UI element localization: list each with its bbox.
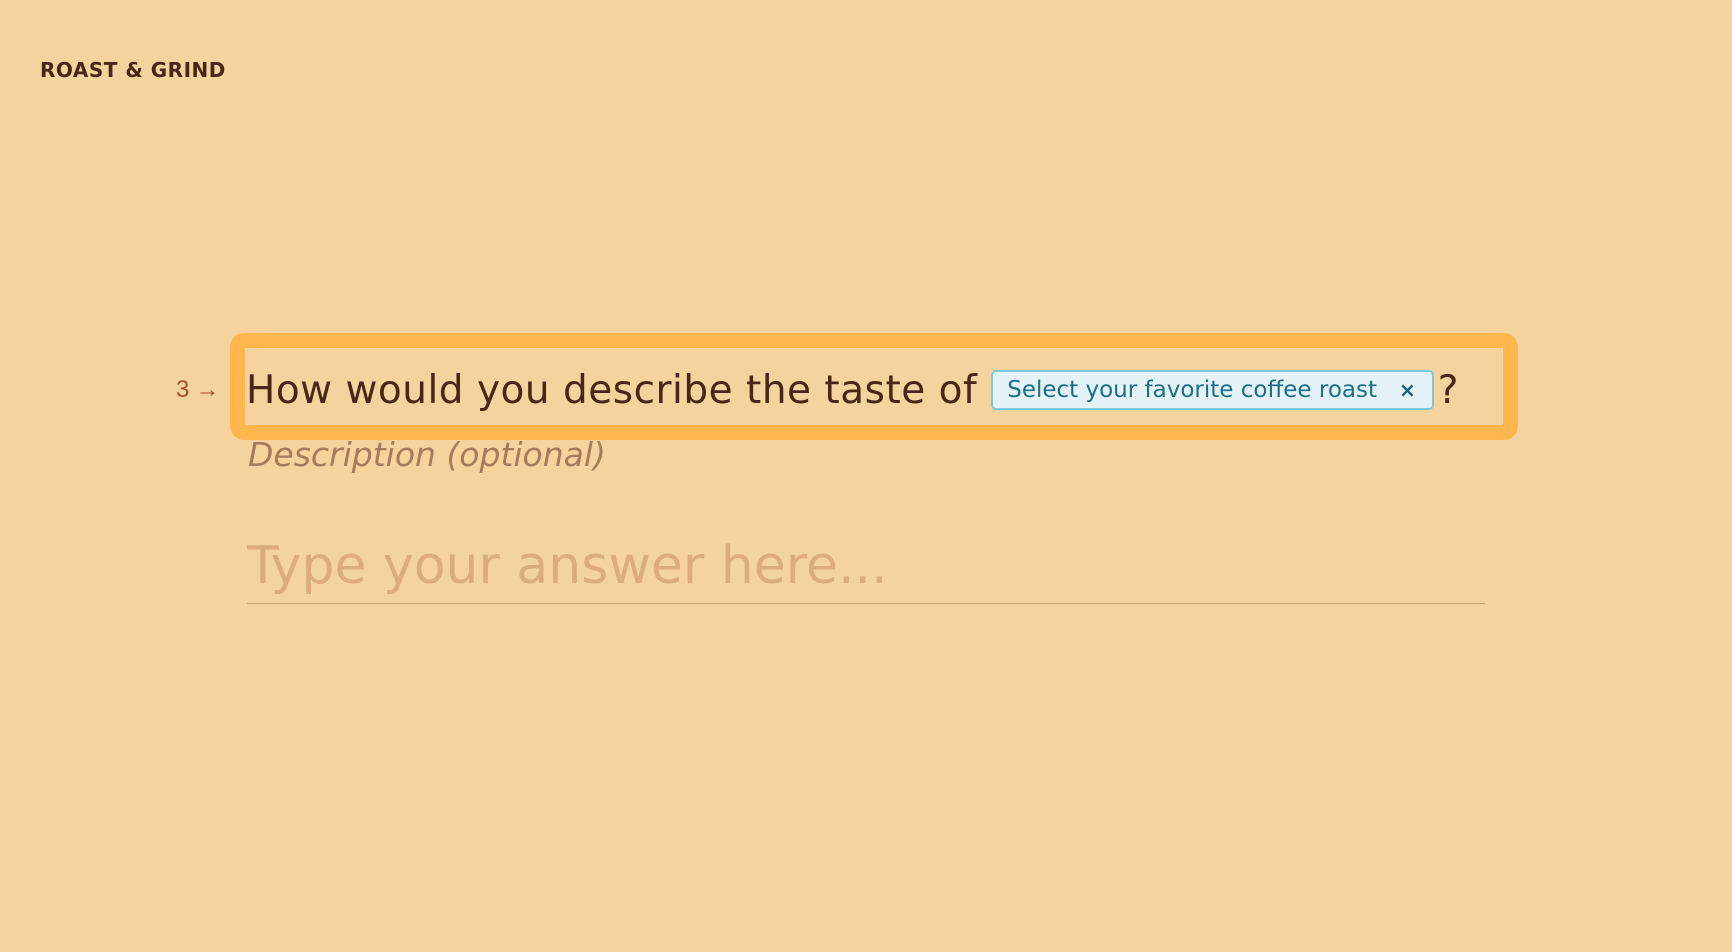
question-title-suffix[interactable]: ?	[1438, 368, 1459, 413]
brand-logo: ROAST & GRIND	[40, 58, 226, 82]
question-title[interactable]: How would you describe the taste of Sele…	[246, 362, 1458, 418]
question-number: 3 →	[176, 376, 219, 404]
question-number-label: 3	[176, 376, 190, 403]
answer-input[interactable]	[247, 528, 1485, 604]
recall-chip[interactable]: Select your favorite coffee roast ×	[991, 370, 1434, 410]
question-title-text[interactable]: How would you describe the taste of	[246, 368, 977, 413]
close-icon[interactable]: ×	[1399, 378, 1416, 402]
arrow-right-icon: →	[195, 376, 220, 403]
recall-chip-label: Select your favorite coffee roast	[1007, 377, 1378, 403]
description-field[interactable]: Description (optional)	[248, 435, 606, 474]
